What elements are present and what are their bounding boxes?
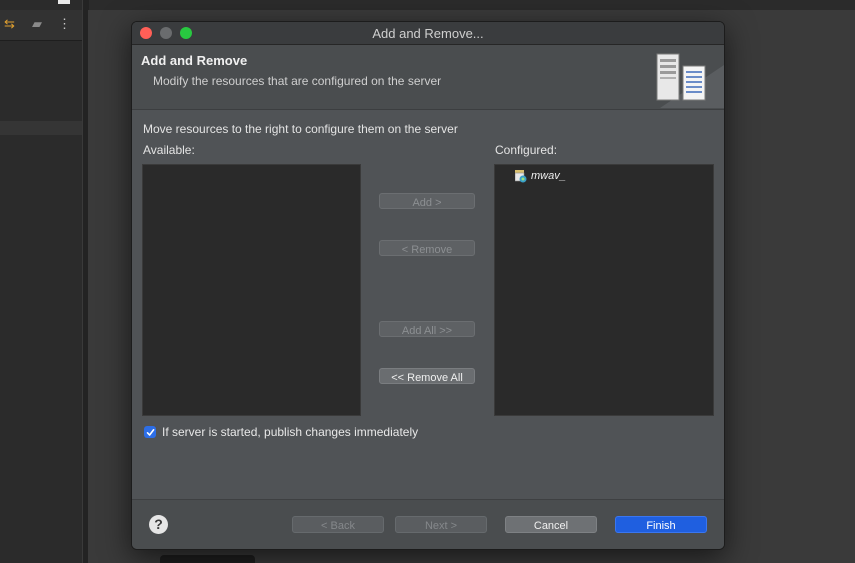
checkmark-icon (146, 428, 154, 436)
title-bar: Add and Remove... (132, 22, 724, 45)
publish-checkbox[interactable] (144, 426, 156, 438)
back-button[interactable]: < Back (292, 516, 384, 533)
window-title: Add and Remove... (372, 26, 484, 41)
ide-bottom-tab[interactable] (160, 555, 255, 563)
header-description: Modify the resources that are configured… (153, 74, 442, 88)
ide-left-panel (0, 0, 82, 563)
wizard-header: Add and Remove Modify the resources that… (132, 45, 724, 110)
add-all-button[interactable]: Add All >> (379, 321, 475, 337)
remove-button[interactable]: < Remove (379, 240, 475, 256)
add-button[interactable]: Add > (379, 193, 475, 209)
ide-toolbar: ⇆ ▰ ⋮ (0, 10, 82, 41)
available-list[interactable] (142, 164, 361, 416)
finish-button[interactable]: Finish (615, 516, 707, 533)
ide-top-marker (58, 0, 70, 4)
remove-all-button[interactable]: << Remove All (379, 368, 475, 384)
publish-checkbox-label: If server is started, publish changes im… (162, 425, 419, 439)
cancel-button[interactable]: Cancel (505, 516, 597, 533)
publish-option[interactable]: If server is started, publish changes im… (144, 424, 418, 440)
wizard-footer: ? < Back Next > Cancel Finish (132, 499, 724, 549)
available-label: Available: (143, 143, 195, 157)
folder-icon[interactable]: ▰ (32, 16, 42, 32)
add-remove-dialog: Add and Remove... Add and Remove Modify … (131, 21, 725, 550)
list-item[interactable]: mwav_ (515, 168, 566, 184)
instruction-text: Move resources to the right to configure… (143, 122, 458, 136)
help-icon[interactable]: ? (149, 515, 168, 534)
configured-label: Configured: (495, 143, 558, 157)
sync-icon[interactable]: ⇆ (4, 16, 15, 32)
header-title: Add and Remove (141, 53, 248, 68)
more-icon[interactable]: ⋮ (58, 16, 71, 32)
ide-selected-row (0, 121, 82, 135)
web-module-icon (515, 169, 527, 182)
next-button[interactable]: Next > (395, 516, 487, 533)
wizard-body: Move resources to the right to configure… (132, 110, 724, 499)
configured-item-label: mwav_ (531, 170, 566, 182)
server-banner-icon (656, 53, 724, 108)
configured-list[interactable]: mwav_ (494, 164, 714, 416)
